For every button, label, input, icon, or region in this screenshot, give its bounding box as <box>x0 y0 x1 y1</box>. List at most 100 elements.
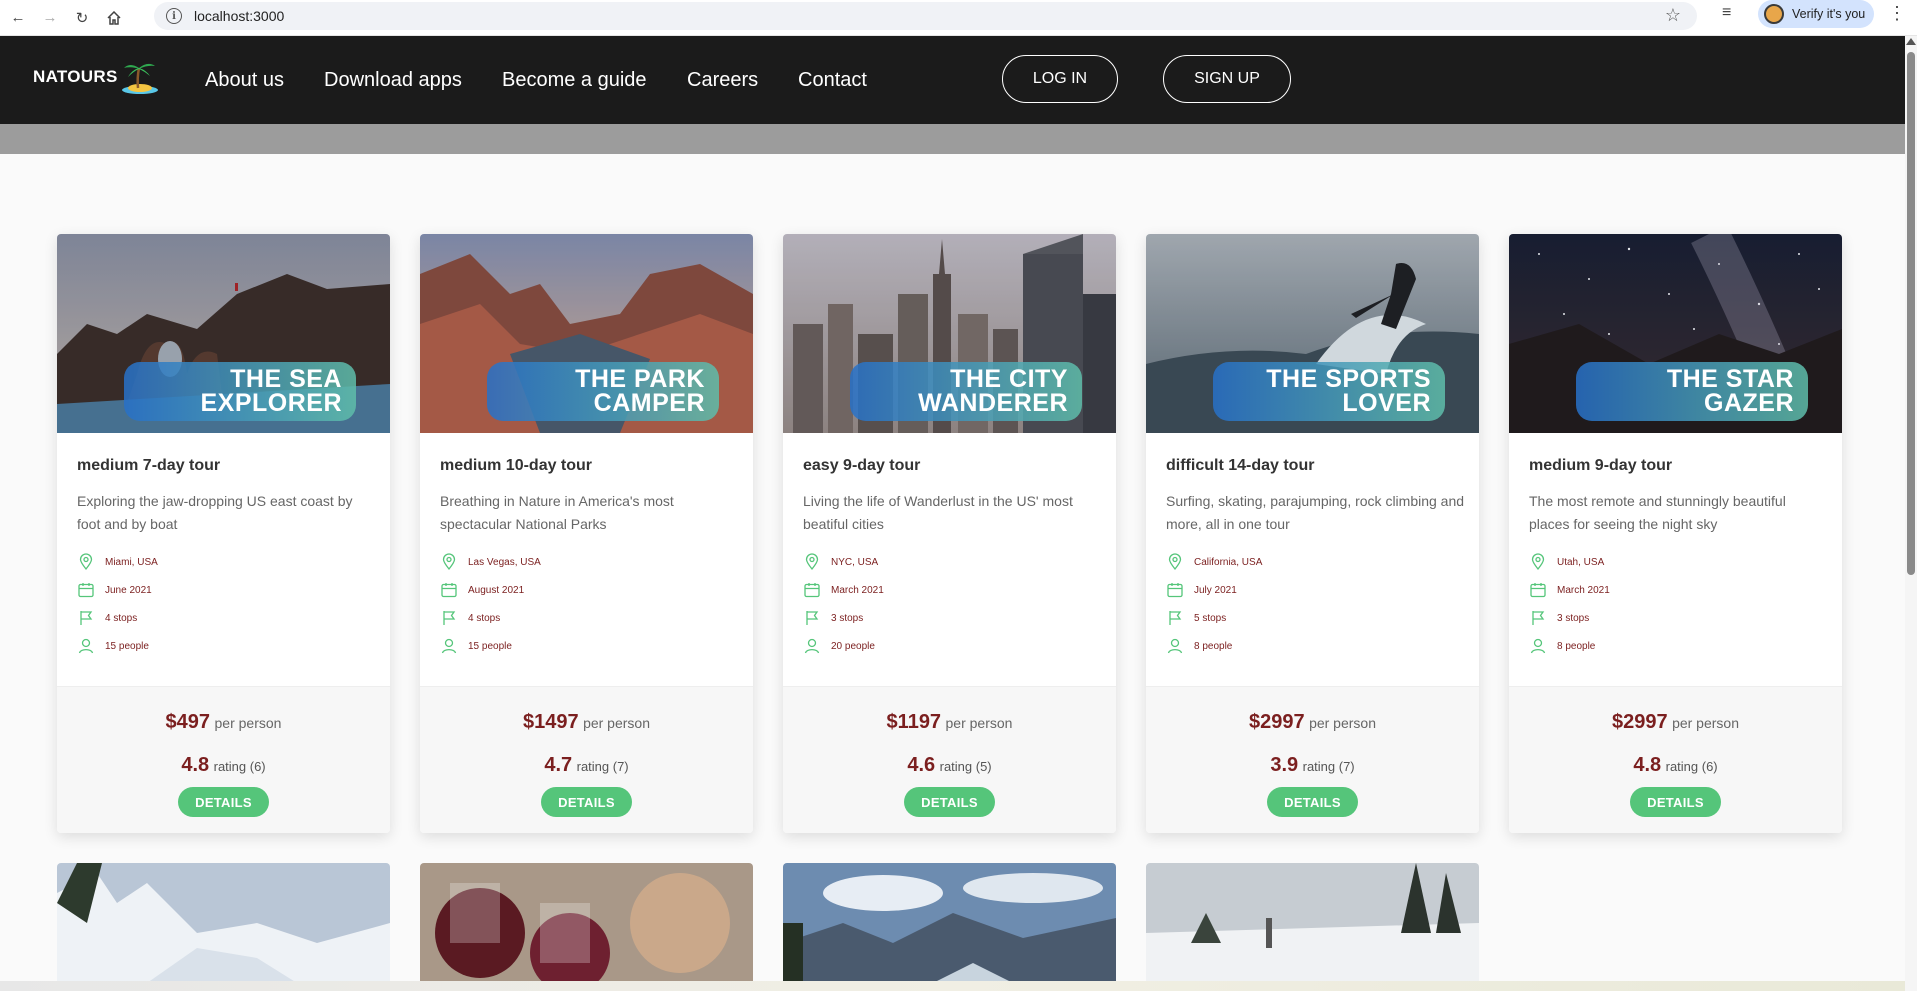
tour-card-partial[interactable] <box>1146 863 1479 983</box>
tour-card-footer: $497 per person 4.8 rating (6) DETAILS <box>57 686 390 833</box>
tour-card-partial[interactable] <box>420 863 753 983</box>
tour-card: THE PARK CAMPER medium 10-day tour Breathin… <box>420 234 753 833</box>
site-info-icon[interactable]: i <box>166 8 182 24</box>
rating-row: 4.8 rating (6) <box>1509 754 1842 777</box>
calendar-icon <box>803 581 821 599</box>
site-header: NATOURS About us Download apps Become a … <box>0 36 1905 124</box>
bookmark-star-icon[interactable]: ☆ <box>1665 5 1681 26</box>
tour-title-line: THE CITY <box>950 365 1068 393</box>
rating-row: 3.9 rating (7) <box>1146 754 1479 777</box>
header-divider-bar <box>0 124 1905 154</box>
profile-button[interactable]: Verify it's you <box>1758 0 1874 28</box>
price-per-label: per person <box>945 715 1013 731</box>
tour-card-partial[interactable] <box>57 863 390 983</box>
tour-location-text: NYC, USA <box>831 556 879 568</box>
user-icon <box>440 637 458 655</box>
tour-image <box>1146 863 1479 983</box>
tour-location-text: Las Vegas, USA <box>468 556 541 568</box>
address-url[interactable]: localhost:3000 <box>194 8 284 24</box>
tour-title-line: THE STAR <box>1666 365 1794 393</box>
nav-careers[interactable]: Careers <box>687 69 758 92</box>
tour-card-partial[interactable] <box>783 863 1116 983</box>
nav-about-us[interactable]: About us <box>205 69 284 92</box>
details-button[interactable]: DETAILS <box>1267 787 1358 817</box>
details-button[interactable]: DETAILS <box>904 787 995 817</box>
tour-title: THE PARK CAMPER <box>487 362 719 421</box>
tour-stops: 4 stops <box>440 608 500 628</box>
price-per-label: per person <box>1672 715 1739 731</box>
scroll-up-icon[interactable] <box>1906 38 1916 45</box>
tour-price: $2997 <box>1611 711 1668 733</box>
tour-description: Exploring the jaw-dropping US east coast… <box>77 493 353 532</box>
user-icon <box>1529 637 1547 655</box>
tour-people: 15 people <box>440 636 512 656</box>
tour-location: Las Vegas, USA <box>440 552 541 572</box>
rating-row: 4.6 rating (5) <box>783 754 1116 777</box>
tour-stops-text: 3 stops <box>1557 612 1590 624</box>
tour-card-footer: $2997 per person 4.8 rating (6) DETAILS <box>1509 686 1842 833</box>
rating-count: rating (6) <box>213 759 266 774</box>
calendar-icon <box>1166 581 1184 599</box>
tour-rating: 3.9 <box>1270 754 1299 776</box>
browser-menu-icon[interactable]: ⋮ <box>1888 3 1906 24</box>
tour-rating: 4.7 <box>544 754 573 776</box>
tour-date: March 2021 <box>1529 580 1610 600</box>
tour-price: $1197 <box>886 711 942 733</box>
details-button[interactable]: DETAILS <box>178 787 269 817</box>
tour-subtitle: medium 7-day tour <box>77 457 221 474</box>
tour-people: 15 people <box>77 636 149 656</box>
tour-stops-text: 3 stops <box>831 612 864 624</box>
flag-icon <box>77 609 95 627</box>
tour-card-footer: $1497 per person 4.7 rating (7) DETAILS <box>420 686 753 833</box>
tour-subtitle: medium 9-day tour <box>1529 457 1673 474</box>
tour-title-line: GAZER <box>1704 389 1794 417</box>
avatar <box>1764 4 1784 24</box>
nav-become-a-guide[interactable]: Become a guide <box>502 69 647 92</box>
scrollbar-thumb[interactable] <box>1907 52 1915 575</box>
tour-date-text: March 2021 <box>1557 584 1610 596</box>
home-icon[interactable] <box>100 4 128 32</box>
tour-title-line: THE SEA <box>230 365 342 393</box>
tour-date: July 2021 <box>1166 580 1237 600</box>
tour-stops: 3 stops <box>803 608 863 628</box>
tour-description: The most remote and stunningly beautiful… <box>1529 493 1786 532</box>
tour-stops-text: 5 stops <box>1194 612 1227 624</box>
login-button[interactable]: LOG IN <box>1002 55 1118 103</box>
tour-people-text: 8 people <box>1194 640 1233 652</box>
tour-rating: 4.8 <box>181 754 210 776</box>
tour-date-text: June 2021 <box>105 584 152 596</box>
price-row: $1497 per person <box>420 711 753 734</box>
price-per-label: per person <box>1309 715 1376 731</box>
nav-contact[interactable]: Contact <box>798 69 867 92</box>
calendar-icon <box>77 581 95 599</box>
tour-title-line: LOVER <box>1342 389 1431 417</box>
address-bar[interactable]: i localhost:3000 ☆ <box>154 2 1697 30</box>
map-pin-icon <box>440 553 458 571</box>
signup-button[interactable]: SIGN UP <box>1163 55 1291 103</box>
reload-icon[interactable]: ↻ <box>68 4 96 32</box>
flag-icon <box>1529 609 1547 627</box>
nav-download-apps[interactable]: Download apps <box>324 69 462 92</box>
details-button[interactable]: DETAILS <box>541 787 632 817</box>
rating-count: rating (7) <box>576 759 629 774</box>
tour-title-line: THE SPORTS <box>1266 365 1431 393</box>
tour-people-text: 15 people <box>105 640 149 652</box>
flag-icon <box>1166 609 1184 627</box>
tour-image <box>420 863 753 983</box>
tour-date-text: August 2021 <box>468 584 525 596</box>
tour-price: $497 <box>165 711 211 733</box>
tour-description: Living the life of Wanderlust in the US'… <box>803 493 1073 532</box>
logo-text[interactable]: NATOURS <box>33 67 118 87</box>
tour-title: THE CITY WANDERER <box>850 362 1082 421</box>
flag-icon <box>440 609 458 627</box>
back-icon[interactable]: ← <box>4 4 32 32</box>
map-pin-icon <box>1166 553 1184 571</box>
palm-island-logo-icon <box>122 63 158 94</box>
forward-icon[interactable]: → <box>36 4 64 32</box>
rating-row: 4.8 rating (6) <box>57 754 390 777</box>
tour-image <box>57 863 390 983</box>
media-controls-icon[interactable]: ≡ <box>1722 4 1731 22</box>
details-button[interactable]: DETAILS <box>1630 787 1721 817</box>
rating-count: rating (6) <box>1665 759 1718 774</box>
tour-subtitle: difficult 14-day tour <box>1166 457 1315 474</box>
